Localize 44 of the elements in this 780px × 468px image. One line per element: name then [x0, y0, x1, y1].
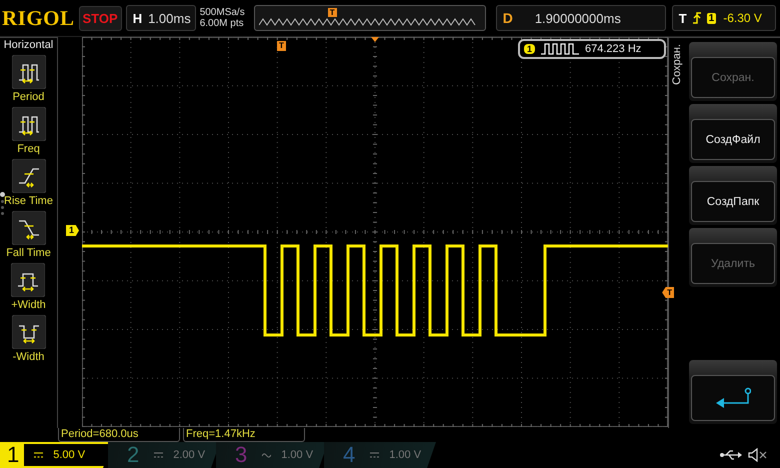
trigger-source: 1 [706, 12, 716, 24]
measurement-button[interactable]: Fall Time [6, 211, 51, 259]
trigger-position-marker: T [277, 41, 286, 51]
pwidth-measure-icon [11, 263, 46, 297]
dc-coupling-icon [154, 452, 164, 458]
measurement-button[interactable]: Freq [12, 107, 46, 155]
square-wave-icon [541, 43, 580, 55]
counter-channel: 1 [524, 44, 536, 54]
trigger-position-marker: T [328, 8, 337, 17]
menu-title: Сохран. [671, 44, 683, 85]
channel-marker: 1 [66, 225, 80, 236]
rise-measure-icon [12, 159, 46, 193]
memory-depth: 6.00M pts [200, 18, 245, 29]
counter-value: 674.223 Hz [585, 43, 642, 55]
freq-measure-icon [12, 107, 46, 141]
ac-coupling-icon [262, 452, 272, 458]
measurement-button[interactable]: Period [12, 55, 46, 103]
period-measure-icon [12, 55, 46, 89]
dc-coupling-icon [370, 452, 380, 458]
softkey[interactable]: СоздФайл [691, 119, 775, 160]
mute-icon [748, 448, 768, 462]
fall-measure-icon [12, 211, 46, 245]
usb-icon [720, 449, 742, 461]
logo: RIGOL [2, 6, 75, 30]
channel-tab[interactable]: 4 1.00 V [324, 442, 436, 468]
dc-coupling-icon [34, 452, 44, 458]
timebase-value: 1.00ms [148, 10, 191, 26]
menu-title: Horizontal [4, 39, 54, 51]
nwidth-measure-icon [12, 315, 46, 349]
timebase-label: H [132, 10, 142, 26]
center-marker-icon [371, 37, 379, 42]
measurement-button[interactable]: +Width [11, 263, 46, 311]
trigger-level: -6.30 V [723, 11, 762, 25]
return-arrow-icon [715, 387, 751, 409]
measurement-button[interactable]: -Width [12, 315, 46, 363]
delay-label: D [502, 10, 513, 26]
delay-value: 1.90000000ms [534, 10, 621, 26]
run-status[interactable]: STOP [78, 6, 122, 30]
rising-edge-icon [692, 11, 702, 25]
sample-rate: 500MSa/s [200, 7, 246, 18]
measurement-button[interactable]: Rise Time [4, 159, 53, 207]
softkey[interactable]: СоздПапк [691, 181, 775, 222]
trigger-label: T [678, 10, 687, 26]
return-softkey[interactable] [691, 375, 775, 421]
